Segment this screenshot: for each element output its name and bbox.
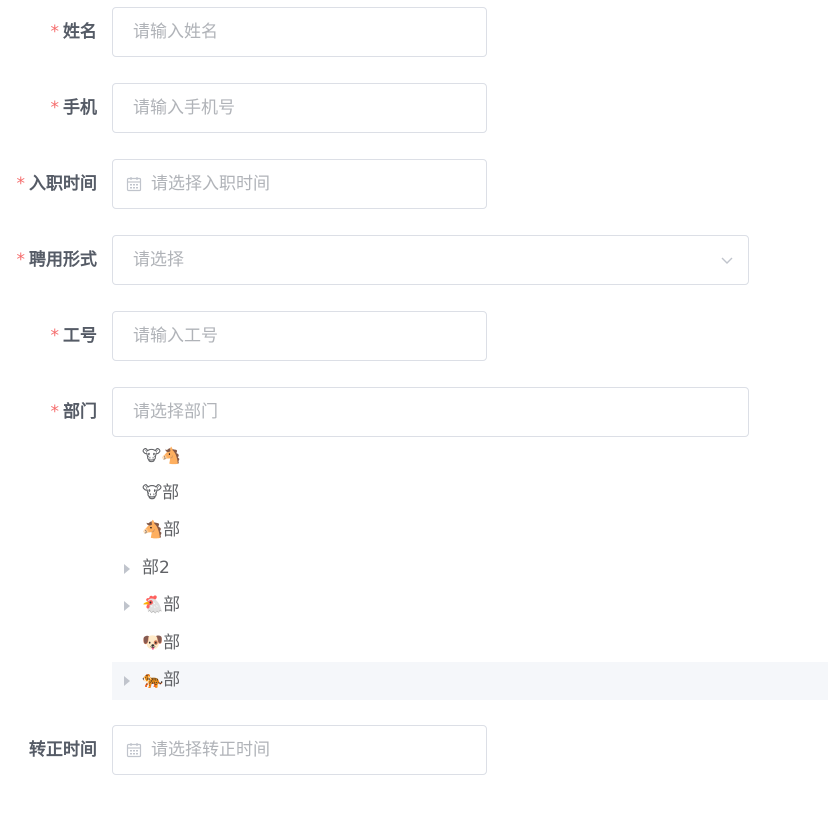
employment-placeholder: 请选择 bbox=[133, 250, 184, 270]
required-mark: * bbox=[50, 98, 60, 118]
field-hire-date-label: * 入职时间 bbox=[16, 174, 98, 194]
tree-node[interactable]: 🐶部 bbox=[112, 625, 828, 663]
field-phone-label: * 手机 bbox=[50, 98, 98, 118]
tree-node[interactable]: 部2 bbox=[112, 550, 828, 588]
required-mark: * bbox=[50, 22, 60, 42]
field-regular-date-label: 转正时间 bbox=[29, 740, 97, 760]
tree-node[interactable]: 🐔部 bbox=[112, 587, 828, 625]
tree-node-label: 🐮🐴 bbox=[142, 446, 181, 465]
phone-input[interactable]: 请输入手机号 bbox=[112, 83, 487, 133]
field-employee-no-row: * 工号 请输入工号 bbox=[0, 311, 828, 361]
employee-no-placeholder: 请输入工号 bbox=[133, 326, 218, 346]
field-name-label: * 姓名 bbox=[50, 22, 98, 42]
hire-date-placeholder: 请选择入职时间 bbox=[151, 174, 270, 194]
tree-node-label: 🐮部 bbox=[142, 482, 180, 503]
field-phone-row: * 手机 请输入手机号 bbox=[0, 83, 828, 133]
tree-node-highlighted[interactable]: 🐅部 bbox=[112, 662, 828, 700]
field-department-label: * 部门 bbox=[50, 402, 98, 422]
phone-placeholder: 请输入手机号 bbox=[133, 98, 235, 118]
field-department-row: * 部门 请选择部门 bbox=[0, 387, 828, 437]
department-tree: 🐮🐴 🐮部 🐴部 部2 🐔部 🐶部 🐅部 bbox=[112, 437, 828, 700]
required-mark: * bbox=[16, 174, 26, 194]
tree-node[interactable]: 🐮🐴 bbox=[112, 437, 828, 475]
calendar-icon bbox=[126, 177, 142, 192]
tree-node-label: 🐔部 bbox=[142, 595, 181, 615]
tree-node-label: 🐴部 bbox=[142, 520, 181, 540]
employee-form: * 姓名 请输入姓名 * 手机 请输入手机号 * 入职时间 请选择入职时间 * … bbox=[0, 0, 828, 817]
tree-node-label: 部2 bbox=[142, 557, 170, 578]
required-mark: * bbox=[16, 250, 26, 270]
tree-node-label: 🐶部 bbox=[142, 632, 181, 653]
tree-node[interactable]: 🐮部 bbox=[112, 475, 828, 513]
field-regular-date-row: 转正时间 请选择转正时间 bbox=[0, 725, 828, 775]
regular-date-picker[interactable]: 请选择转正时间 bbox=[112, 725, 487, 775]
field-hire-date-row: * 入职时间 请选择入职时间 bbox=[0, 159, 828, 209]
chevron-down-icon bbox=[721, 257, 733, 264]
calendar-icon bbox=[126, 743, 142, 758]
required-mark: * bbox=[50, 402, 60, 422]
employee-no-input[interactable]: 请输入工号 bbox=[112, 311, 487, 361]
field-employment-label: * 聘用形式 bbox=[16, 250, 98, 270]
regular-date-placeholder: 请选择转正时间 bbox=[151, 740, 270, 760]
field-employment-row: * 聘用形式 请选择 bbox=[0, 235, 828, 285]
employment-select[interactable]: 请选择 bbox=[112, 235, 749, 285]
department-tree-select[interactable]: 请选择部门 bbox=[112, 387, 749, 437]
hire-date-picker[interactable]: 请选择入职时间 bbox=[112, 159, 487, 209]
department-placeholder: 请选择部门 bbox=[133, 402, 218, 422]
expand-caret-icon[interactable] bbox=[124, 676, 130, 686]
name-input[interactable]: 请输入姓名 bbox=[112, 7, 487, 57]
field-employee-no-label: * 工号 bbox=[50, 326, 98, 346]
expand-caret-icon[interactable] bbox=[124, 563, 130, 574]
required-mark: * bbox=[50, 326, 60, 346]
field-name-row: * 姓名 请输入姓名 bbox=[0, 7, 828, 57]
tree-node-label: 🐅部 bbox=[142, 670, 181, 690]
name-placeholder: 请输入姓名 bbox=[133, 22, 218, 42]
tree-node[interactable]: 🐴部 bbox=[112, 512, 828, 550]
expand-caret-icon[interactable] bbox=[124, 601, 130, 611]
